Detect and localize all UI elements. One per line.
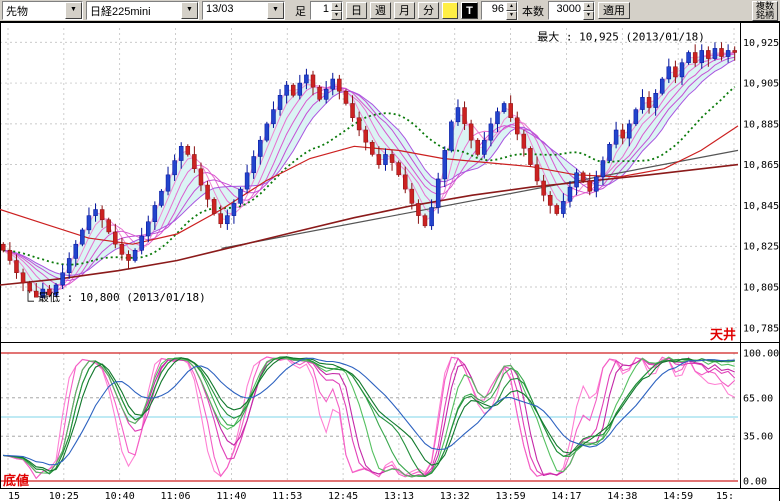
svg-text:65.00: 65.00 — [743, 393, 773, 404]
multi-symbol-button[interactable]: 複数 銘柄 — [752, 1, 778, 21]
total-bars-value: 3000 — [549, 2, 583, 19]
svg-text:14:59: 14:59 — [663, 491, 693, 501]
period-minute-button[interactable]: 分 — [418, 2, 439, 19]
chevron-down-icon[interactable]: ▼ — [267, 2, 284, 19]
svg-text:10,885: 10,885 — [743, 119, 779, 130]
spinner-up-icon[interactable]: ▲ — [331, 2, 342, 11]
svg-text:11:06: 11:06 — [160, 491, 190, 501]
svg-text:最低 : 10,800 (2013/01/18): 最低 : 10,800 (2013/01/18) — [38, 291, 206, 304]
svg-text:天井: 天井 — [710, 327, 736, 342]
svg-text:13:13: 13:13 — [384, 491, 414, 501]
spinner-arrows[interactable]: ▲▼ — [331, 2, 342, 19]
multi-symbol-line2: 銘柄 — [756, 11, 774, 20]
svg-text:10,905: 10,905 — [743, 79, 779, 90]
period-day-button[interactable]: 日 — [346, 2, 367, 19]
spinner-arrows[interactable]: ▲▼ — [506, 2, 517, 19]
apply-button[interactable]: 適用 — [598, 2, 630, 19]
svg-text:11:53: 11:53 — [272, 491, 302, 501]
svg-text:10:25: 10:25 — [49, 491, 79, 501]
instrument-type-select[interactable]: 先物 ▼ — [2, 1, 83, 20]
spinner-up-icon[interactable]: ▲ — [506, 2, 517, 11]
chevron-down-icon[interactable]: ▼ — [65, 2, 82, 19]
tick-button[interactable]: T — [461, 2, 478, 19]
svg-text:35.00: 35.00 — [743, 432, 773, 443]
svg-text:10,845: 10,845 — [743, 201, 779, 212]
svg-text:10,865: 10,865 — [743, 160, 779, 171]
svg-text:底値: 底値 — [3, 473, 29, 488]
spinner-down-icon[interactable]: ▼ — [583, 11, 594, 20]
svg-text:15:: 15: — [716, 491, 734, 501]
svg-text:10:40: 10:40 — [105, 491, 135, 501]
svg-text:11:40: 11:40 — [216, 491, 246, 501]
svg-text:10,805: 10,805 — [743, 283, 779, 294]
chevron-down-icon[interactable]: ▼ — [181, 2, 198, 19]
period-week-button[interactable]: 週 — [370, 2, 391, 19]
svg-text:10,925: 10,925 — [743, 38, 779, 49]
spinner-down-icon[interactable]: ▼ — [331, 11, 342, 20]
svg-text:100.00: 100.00 — [743, 349, 779, 360]
svg-text:12:45: 12:45 — [328, 491, 358, 501]
interval-value: 1 — [311, 2, 331, 19]
svg-text:13:59: 13:59 — [496, 491, 526, 501]
total-bars-spinner[interactable]: 3000 ▲▼ — [548, 1, 595, 20]
instrument-type-value: 先物 — [3, 2, 65, 19]
interval-spinner[interactable]: 1 ▲▼ — [310, 1, 343, 20]
contract-month-value: 13/03 — [203, 2, 267, 19]
contract-month-select[interactable]: 13/03 ▼ — [202, 1, 285, 20]
bars-label: 本数 — [521, 3, 545, 19]
svg-text:14:38: 14:38 — [607, 491, 637, 501]
svg-text:14:17: 14:17 — [551, 491, 581, 501]
svg-text:0.00: 0.00 — [743, 477, 767, 488]
bars-value: 96 — [482, 2, 506, 19]
spinner-arrows[interactable]: ▲▼ — [583, 2, 594, 19]
svg-text:13:32: 13:32 — [440, 491, 470, 501]
svg-text:最大 : 10,925 (2013/01/18): 最大 : 10,925 (2013/01/18) — [537, 29, 705, 43]
toolbar: 先物 ▼ 日経225mini ▼ 13/03 ▼ 足 1 ▲▼ 日 週 月 分 … — [0, 0, 780, 22]
symbol-value: 日経225mini — [87, 2, 181, 19]
bars-spinner[interactable]: 96 ▲▼ — [481, 1, 518, 20]
spinner-down-icon[interactable]: ▼ — [506, 11, 517, 20]
spinner-up-icon[interactable]: ▲ — [583, 2, 594, 11]
svg-text:15: 15 — [8, 491, 20, 501]
symbol-select[interactable]: 日経225mini ▼ — [86, 1, 199, 20]
svg-text:10,785: 10,785 — [743, 323, 779, 334]
ashi-label: 足 — [294, 3, 307, 19]
highlight-button[interactable] — [442, 2, 458, 19]
svg-text:10,825: 10,825 — [743, 242, 779, 253]
price-chart[interactable]: 15 10:25 10:40 11:06 11:40 11:53 12:45 13:13 13:… — [0, 22, 780, 501]
period-month-button[interactable]: 月 — [394, 2, 415, 19]
